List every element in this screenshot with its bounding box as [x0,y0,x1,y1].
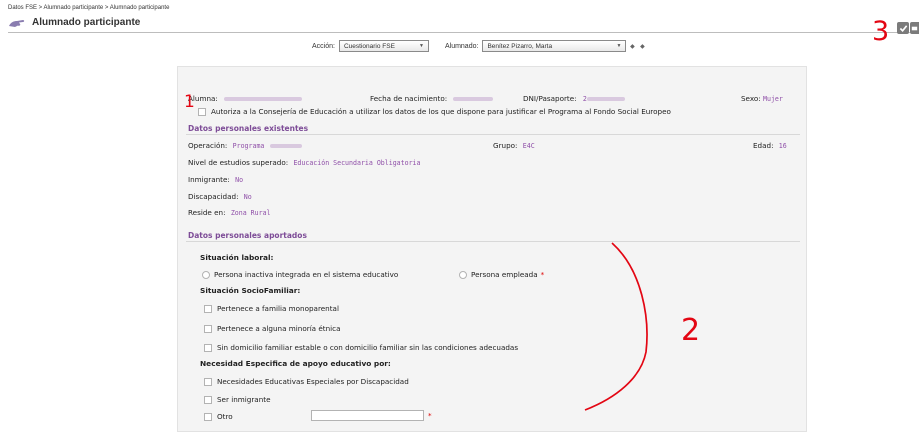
annotation-2: 2 [681,313,701,348]
required-mark: * [540,270,545,279]
next-student-icon[interactable]: ◆ [638,43,646,50]
alumna-field: Alumna: [188,94,303,103]
required-mark: * [428,410,432,420]
divider [186,241,800,242]
redacted-name [224,97,303,101]
socio-option-domicilio[interactable]: Sin domicilio familiar estable o con dom… [204,343,518,352]
authorization-row: Autoriza a la Consejería de Educación a … [198,107,671,116]
redacted-date [453,97,494,101]
divider [186,134,800,135]
laboral-option-label: Persona empleada [471,270,538,279]
grupo-value: E4C [522,142,535,150]
discapacidad-value: No [243,193,252,201]
socio-option-label: Pertenece a alguna minoría étnica [217,324,341,333]
grupo-label: Grupo: [493,141,518,150]
laboral-option-inactiva[interactable]: Persona inactiva integrada en el sistema… [202,270,398,279]
hand-pointer-icon [9,19,25,27]
alumnado-select[interactable]: Benítez Pizarro, Marta ▼ [482,40,627,52]
reside-label: Reside en: [188,208,226,217]
authorization-text: Autoriza a la Consejería de Educación a … [211,107,671,116]
annotation-1: 1 [184,92,195,112]
necesidad-option-nee[interactable]: Necesidades Educativas Especiales por Di… [204,377,409,386]
alumnado-value: Benítez Pizarro, Marta [487,42,553,50]
redacted-operacion [269,144,302,148]
redacted-dni [586,97,625,101]
otro-field: * [311,410,432,421]
printer-icon [911,26,918,30]
discapacidad-label: Discapacidad: [188,192,239,201]
laboral-option-empleada[interactable]: Persona empleada * [459,270,544,279]
chevron-down-icon: ▼ [616,43,622,49]
checkbox-otro[interactable] [204,413,212,421]
breadcrumb: Datos FSE > Alumnado participante > Alum… [8,5,170,11]
sexo-field: Sexo: Mujer [741,94,783,103]
checkbox-monoparental[interactable] [204,305,212,313]
radio-inactiva[interactable] [202,271,210,279]
filter-bar: Acción: Cuestionario FSE ▼ Alumnado: Ben… [312,40,646,52]
laboral-option-label: Persona inactiva integrada en el sistema… [214,270,399,279]
accion-select[interactable]: Cuestionario FSE ▼ [338,40,429,52]
student-form-panel: Alumna: Fecha de nacimiento: DNI/Pasapor… [177,66,807,432]
operacion-label: Operación: [188,141,228,150]
operacion-field: Operación: Programa [188,141,302,150]
accion-label: Acción: [312,42,335,50]
necesidad-option-label: Necesidades Educativas Especiales por Di… [217,377,409,386]
edad-value: 16 [778,142,787,150]
alumnado-label: Alumnado: [444,42,479,50]
checkbox-inmigrante[interactable] [204,396,212,404]
grupo-field: Grupo: E4C [493,141,535,150]
existing-section-title: Datos personales existentes [188,124,309,133]
necesidad-option-label: Otro [217,412,233,421]
necesidad-option-label: Ser inmigrante [217,395,271,404]
socio-option-minoria[interactable]: Pertenece a alguna minoría étnica [204,324,341,333]
reside-field: Reside en: Zona Rural [188,208,271,217]
edad-label: Edad: [753,141,774,150]
page-title: Alumnado participante [32,17,141,28]
annotation-3: 3 [872,16,890,47]
dni-field: DNI/Pasaporte: 2 [523,94,625,103]
checkbox-nee[interactable] [204,378,212,386]
dni-label: DNI/Pasaporte: [523,94,577,103]
check-icon [899,24,907,32]
socio-option-label: Pertenece a familia monoparental [217,304,339,313]
necesidad-option-inmigrante[interactable]: Ser inmigrante [204,395,271,404]
chevron-down-icon: ▼ [419,43,424,49]
checkbox-minoria[interactable] [204,325,212,333]
sexo-label: Sexo: [741,94,761,103]
provided-section-title: Datos personales aportados [188,231,307,240]
confirm-button[interactable] [897,22,909,34]
socio-option-monoparental[interactable]: Pertenece a familia monoparental [204,304,339,313]
nivel-field: Nivel de estudios superado: Educación Se… [188,158,421,167]
reside-value: Zona Rural [230,209,271,217]
accion-value: Cuestionario FSE [343,42,395,50]
socio-title: Situación SocioFamiliar: [200,286,301,295]
edad-field: Edad: 16 [753,141,787,150]
fecha-label: Fecha de nacimiento: [370,94,448,103]
sexo-value: Mujer [763,95,783,103]
operacion-value: Programa [232,142,265,150]
nivel-value: Educación Secundaria Obligatoria [293,159,421,167]
otro-input[interactable] [311,410,424,421]
inmigrante-value: No [235,176,244,184]
print-button[interactable] [910,22,919,34]
inmigrante-label: Inmigrante: [188,175,230,184]
title-bar: Alumnado participante [8,13,919,33]
checkbox-domicilio[interactable] [204,344,212,352]
necesidad-title: Necesidad Especifica de apoyo educativo … [200,359,391,368]
laboral-title: Situación laboral: [200,253,274,262]
socio-option-label: Sin domicilio familiar estable o con dom… [217,343,519,352]
fecha-field: Fecha de nacimiento: [370,94,494,103]
authorization-checkbox[interactable] [198,108,206,116]
nivel-label: Nivel de estudios superado: [188,158,289,167]
necesidad-option-otro[interactable]: Otro [204,412,233,421]
radio-empleada[interactable] [459,271,467,279]
discapacidad-field: Discapacidad: No [188,192,252,201]
previous-student-icon[interactable]: ◆ [628,43,636,50]
inmigrante-field: Inmigrante: No [188,175,243,184]
